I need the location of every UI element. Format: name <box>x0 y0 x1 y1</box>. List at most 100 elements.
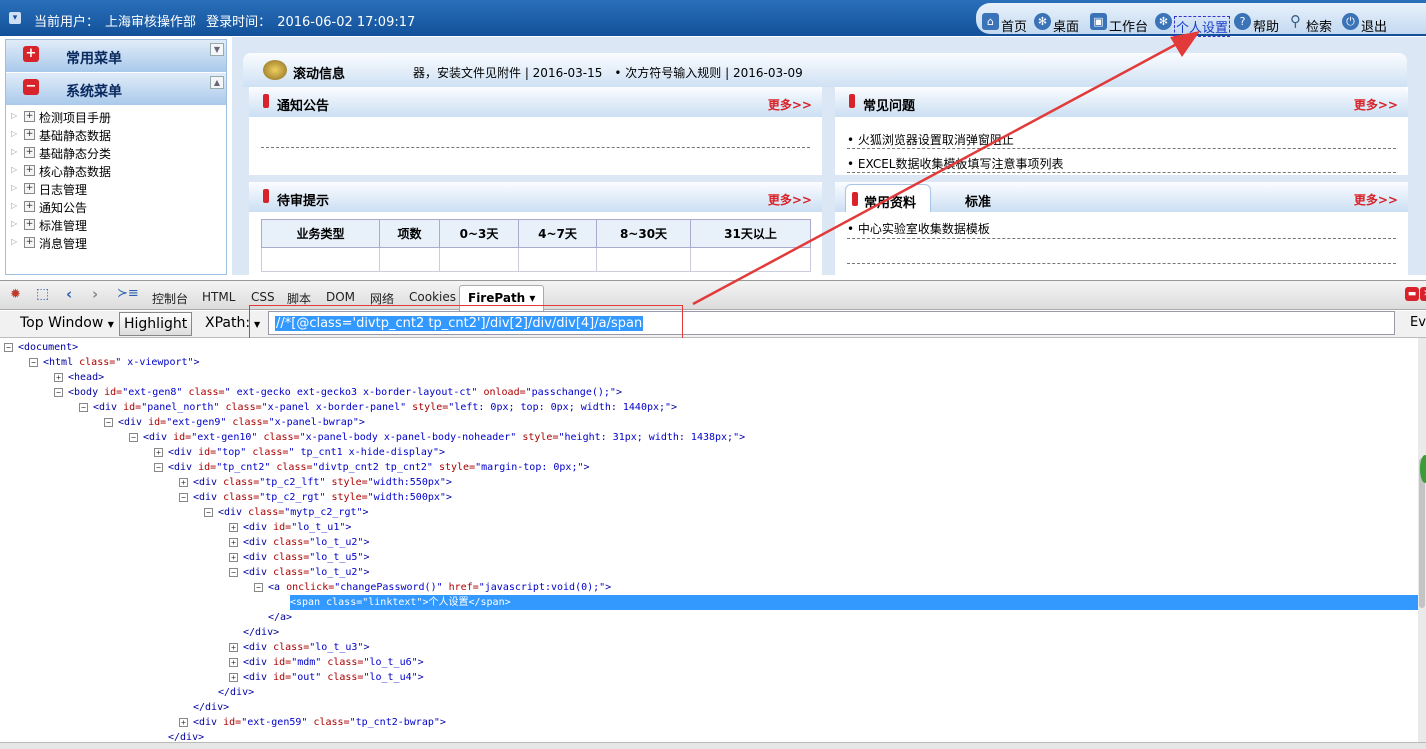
dom-node[interactable]: +<div id="lo_t_u1"> <box>229 520 351 535</box>
collapse-icon[interactable]: − <box>254 583 263 592</box>
notice-panel: 通知公告 更多>> <box>249 87 822 175</box>
collapse-icon[interactable]: − <box>4 343 13 352</box>
tab-console[interactable]: 控制台 <box>152 290 188 307</box>
expand-icon[interactable]: + <box>154 448 163 457</box>
dom-node[interactable]: −<document> <box>4 340 78 355</box>
top-window-select[interactable]: Top Window ▼ <box>16 312 118 336</box>
console-icon[interactable]: ≻≡ <box>117 286 139 301</box>
user-name: 上海审核操作部 <box>105 15 196 30</box>
collapse-icon[interactable]: − <box>129 433 138 442</box>
tab-cookies[interactable]: Cookies <box>409 290 456 304</box>
firebug-icon[interactable]: ✹ <box>10 287 21 302</box>
dom-node[interactable]: −<a onclick="changePassword()" href="jav… <box>254 580 611 595</box>
tab-common-resources[interactable]: 常用资料 <box>845 184 931 212</box>
system-menu-header[interactable]: − 系统菜单 ▲ <box>6 73 226 105</box>
expand-icon[interactable]: + <box>229 553 238 562</box>
back-icon[interactable]: ‹ <box>66 285 72 303</box>
dom-node[interactable]: +<div class="lo_t_u5"> <box>229 550 369 565</box>
tab-dom[interactable]: DOM <box>326 290 355 304</box>
home-icon: ⌂ <box>982 13 999 30</box>
dom-node[interactable]: −<div class="lo_t_u2"> <box>229 565 369 580</box>
collapse-icon[interactable]: − <box>229 568 238 577</box>
tab-html[interactable]: HTML <box>202 290 235 304</box>
collapse-icon[interactable]: − <box>154 463 163 472</box>
expand-icon[interactable]: + <box>179 478 188 487</box>
expand-icon[interactable]: + <box>179 718 188 727</box>
faq-more-link[interactable]: 更多>> <box>1354 96 1398 113</box>
scrollbar[interactable] <box>1418 338 1426 749</box>
expand-icon[interactable]: + <box>24 165 35 176</box>
collapse-icon[interactable]: − <box>29 358 38 367</box>
marker-icon <box>263 94 269 108</box>
forward-icon[interactable]: › <box>92 285 98 303</box>
dom-node[interactable]: +<head> <box>54 370 104 385</box>
chevron-up-icon[interactable]: ▲ <box>210 76 224 89</box>
faq-item[interactable]: • 火狐浏览器设置取消弹窗阻止 <box>847 131 1014 148</box>
dom-node[interactable]: −<div class="mytp_c2_rgt"> <box>204 505 369 520</box>
collapse-icon[interactable]: − <box>104 418 113 427</box>
dom-node[interactable]: </div> <box>229 625 279 640</box>
dom-node[interactable]: +<div class="lo_t_u3"> <box>229 640 369 655</box>
expand-icon[interactable]: + <box>24 237 35 248</box>
marker-icon <box>849 94 855 108</box>
tab-css[interactable]: CSS <box>251 290 275 304</box>
eval-button[interactable]: Eva <box>1406 312 1426 336</box>
help-icon: ? <box>1234 13 1251 30</box>
notice-more-link[interactable]: 更多>> <box>768 96 812 113</box>
side-handle[interactable] <box>1420 455 1426 483</box>
dom-node[interactable]: −<html class=" x-viewport"> <box>29 355 200 370</box>
dom-node[interactable]: −<div class="tp_c2_rgt" style="width:500… <box>179 490 452 505</box>
collapse-icon[interactable]: − <box>79 403 88 412</box>
collapse-icon[interactable]: − <box>54 388 63 397</box>
faq-item[interactable]: • EXCEL数据收集模板填写注意事项列表 <box>847 155 1063 172</box>
highlight-button[interactable]: Highlight <box>119 312 192 336</box>
dom-node[interactable]: +<div id="ext-gen59" class="tp_cnt2-bwra… <box>179 715 446 730</box>
expand-icon[interactable]: + <box>229 658 238 667</box>
common-menu-header[interactable]: + 常用菜单 ▼ <box>6 40 226 72</box>
dom-node[interactable]: </div> <box>179 700 229 715</box>
resources-more-link[interactable]: 更多>> <box>1354 191 1398 208</box>
close-icon[interactable]: ✕ <box>1420 287 1426 301</box>
expand-icon[interactable]: + <box>229 643 238 652</box>
expand-icon[interactable]: + <box>229 673 238 682</box>
chevron-down-icon[interactable]: ▼ <box>210 43 224 56</box>
dom-node[interactable]: −<div id="tp_cnt2" class="divtp_cnt2 tp_… <box>154 460 590 475</box>
search-icon: ⚲ <box>1287 13 1304 30</box>
dom-node[interactable]: +<div id="mdm" class="lo_t_u6"> <box>229 655 424 670</box>
expand-icon[interactable]: + <box>24 147 35 158</box>
dom-node[interactable]: −<body id="ext-gen8" class=" ext-gecko e… <box>54 385 622 400</box>
collapse-icon[interactable]: − <box>204 508 213 517</box>
dom-node[interactable]: −<div id="panel_north" class="x-panel x-… <box>79 400 677 415</box>
dom-node[interactable]: +<div id="top" class=" tp_cnt1 x-hide-di… <box>154 445 445 460</box>
minimize-icon[interactable]: ▬ <box>1405 287 1419 301</box>
expand-icon[interactable]: + <box>24 111 35 122</box>
column-header: 4~7天 <box>519 220 597 248</box>
table-row <box>262 248 811 272</box>
faq-panel: 常见问题 更多>> • 火狐浏览器设置取消弹窗阻止 • EXCEL数据收集模板填… <box>835 87 1408 175</box>
screenshot: ▾ 当前用户：上海审核操作部 登录时间：2016-06-02 17:09:17 … <box>0 0 1426 749</box>
expand-icon[interactable]: + <box>54 373 63 382</box>
dom-node[interactable]: +<div id="out" class="lo_t_u4"> <box>229 670 424 685</box>
expand-icon[interactable]: + <box>24 129 35 140</box>
dom-node[interactable]: <span class="linktext">个人设置</span> <box>290 595 1421 610</box>
user-label: 当前用户： <box>34 15 99 30</box>
tab-standards[interactable]: 标准 <box>965 191 991 210</box>
dom-node[interactable]: </div> <box>204 685 254 700</box>
dom-node[interactable]: +<div class="tp_c2_lft" style="width:550… <box>179 475 452 490</box>
dom-node[interactable]: −<div id="ext-gen10" class="x-panel-body… <box>129 430 745 445</box>
expand-icon[interactable]: + <box>24 183 35 194</box>
inspect-icon[interactable]: ⬚ <box>36 286 49 302</box>
collapse-icon[interactable]: ▾ <box>9 12 21 24</box>
dom-node[interactable]: </a> <box>254 610 292 625</box>
desktop-icon: ✻ <box>1034 13 1051 30</box>
expand-icon[interactable]: + <box>229 523 238 532</box>
expand-icon[interactable]: + <box>229 538 238 547</box>
dom-node[interactable]: −<div id="ext-gen9" class="x-panel-bwrap… <box>104 415 365 430</box>
pending-more-link[interactable]: 更多>> <box>768 191 812 208</box>
collapse-icon[interactable]: − <box>179 493 188 502</box>
expand-icon[interactable]: + <box>24 201 35 212</box>
scroll-text[interactable]: 器，安装文件见附件 | 2016-03-15 • 次方符号输入规则 | 2016… <box>413 64 803 81</box>
resource-item[interactable]: • 中心实验室收集数据模板 <box>847 220 990 237</box>
expand-icon[interactable]: + <box>24 219 35 230</box>
dom-node[interactable]: +<div class="lo_t_u2"> <box>229 535 369 550</box>
